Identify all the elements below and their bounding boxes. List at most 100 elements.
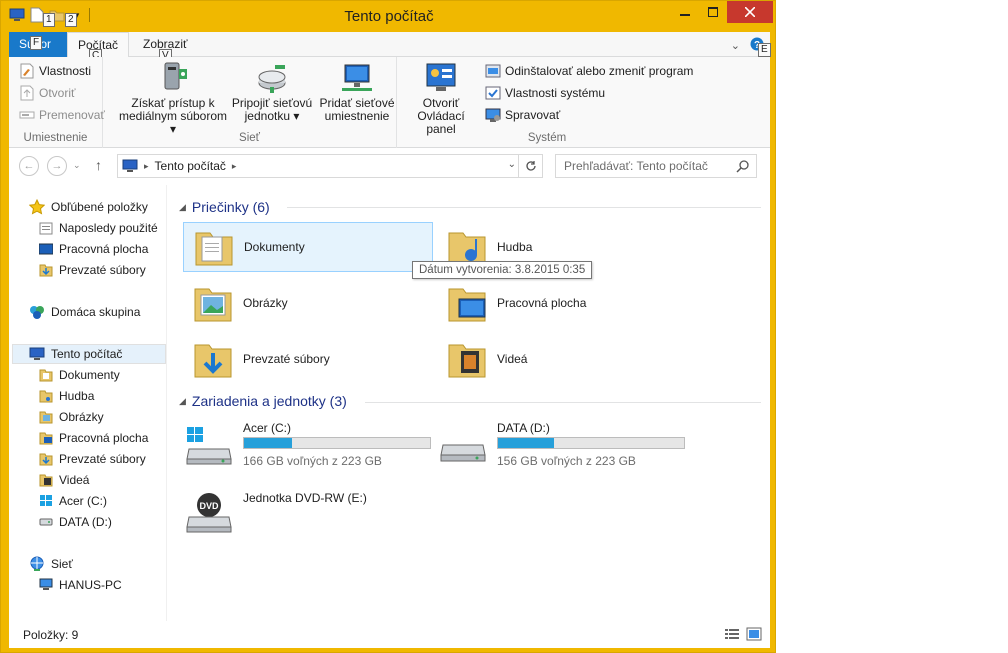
nav-downloads[interactable]: Prevzaté súbory [39,260,146,280]
nav-downloads-label: Prevzaté súbory [59,263,146,277]
hard-drive-icon [39,518,53,526]
nav-network[interactable]: Sieť [29,554,73,574]
nav-pc-desktop-label: Pracovná plocha [59,431,149,445]
expand-ribbon-icon[interactable]: ⌄ [731,39,740,52]
chevron-right-icon[interactable]: ▸ [144,161,149,172]
windows-drive-icon [40,495,52,506]
search-input[interactable]: Prehľadávať: Tento počítač [555,154,757,178]
window-controls [671,1,773,23]
folder-name: Dokumenty [244,240,305,254]
folder-tile[interactable]: Pracovná plocha [437,278,687,328]
nav-hanus-pc-label: HANUS-PC [59,578,122,592]
uninstall-button[interactable]: Odinštalovať alebo zmeniť program [485,61,693,81]
computer-icon [29,347,45,360]
maximize-button[interactable] [699,1,727,23]
desktop-icon [39,243,53,255]
manage-label: Spravovať [505,108,561,122]
folder-name: Hudba [497,240,533,254]
address-segment-label[interactable]: Tento počítač [155,159,226,173]
add-network-label-2: umiestnenie [324,109,390,123]
minimize-button[interactable] [671,1,699,23]
folder-tile[interactable]: Dokumenty [183,222,433,272]
address-segment: ▸ Tento počítač ▸ [118,159,236,173]
collapse-arrow-icon[interactable]: ◢ [179,396,186,407]
folder-tile[interactable]: Obrázky [183,278,433,328]
folder-name: Prevzaté súbory [243,352,330,366]
close-button[interactable] [727,1,773,23]
recent-locations-icon[interactable]: ⌄ [73,160,81,171]
keytip-qat-2: 2 [65,13,77,27]
nav-pc-c-label: Acer (C:) [59,494,107,508]
address-bar[interactable]: ▸ Tento počítač ▸ ⌄ [117,154,543,178]
downloads-folder-icon [39,453,53,466]
drive-tile-dvd[interactable]: DVD Jednotka DVD-RW (E:) [179,485,439,541]
devices-section-header[interactable]: ◢ Zariadenia a jednotky (3) [179,393,347,409]
nav-pc-music[interactable]: Hudba [39,386,94,406]
nav-desktop[interactable]: Pracovná plocha [39,239,148,259]
media-access-label-2-text: mediálnym súborom [118,109,228,123]
keytip-help: E [758,43,771,57]
music-folder-icon [39,390,53,403]
nav-thispc-label: Tento počítač [51,347,123,361]
search-icon[interactable] [736,159,750,173]
section-divider [287,207,761,208]
downloads-folder-icon [39,264,53,277]
map-drive-label-2: jednotku ▾ [244,109,300,123]
back-button[interactable]: ← [19,156,39,176]
map-network-drive-icon [258,65,286,93]
system-properties-button[interactable]: Vlastnosti systému [485,83,605,103]
nav-thispc[interactable]: Tento počítač [12,344,166,364]
media-access-button[interactable]: Získať prístup k mediálnym súborom ▾ [115,61,231,136]
ribbon: Vlastnosti Otvoriť Premenovať Umiestneni… [9,57,770,148]
section-divider [365,402,761,403]
nav-favorites[interactable]: Obľúbené položky [29,197,148,217]
folders-section-header[interactable]: ◢ Priečinky (6) [179,199,270,215]
nav-pc-d[interactable]: DATA (D:) [39,512,112,532]
open-button[interactable]: Otvoriť [19,83,76,103]
drive-tile-d[interactable]: DATA (D:) 156 GB voľných z 223 GB [433,417,693,473]
ribbon-group-network: Získať prístup k mediálnym súborom ▾ Pri… [103,57,397,148]
folder-tile[interactable]: Prevzaté súbory [183,334,433,384]
control-panel-button[interactable]: Otvoriť Ovládací panel [401,61,481,136]
title-bar[interactable]: ▾ Tento počítač [1,1,777,31]
drive-free-space: 166 GB voľných z 223 GB [243,454,382,468]
nav-pc-c[interactable]: Acer (C:) [39,491,107,511]
desktop-folder-icon [443,279,491,327]
nav-pc-pictures[interactable]: Obrázky [39,407,104,427]
manage-button[interactable]: Spravovať [485,105,560,125]
rename-button[interactable]: Premenovať [19,105,105,125]
system-properties-icon [485,86,501,100]
add-network-location-button[interactable]: Pridať sieťové umiestnenie [313,61,401,123]
nav-hanus-pc[interactable]: HANUS-PC [39,575,122,595]
drive-usage-fill [244,438,292,448]
collapse-arrow-icon[interactable]: ◢ [179,202,186,213]
chevron-right-icon[interactable]: ▸ [232,161,237,172]
nav-favorites-label: Obľúbené položky [51,200,148,214]
navigation-bar: ← → ⌄ ↑ ▸ Tento počítač ▸ ⌄ Prehľadávať:… [9,148,770,185]
properties-button[interactable]: Vlastnosti [19,61,91,81]
nav-pc-videos[interactable]: Videá [39,470,89,490]
nav-pc-documents[interactable]: Dokumenty [39,365,120,385]
details-view-icon[interactable] [724,627,740,644]
nav-network-label: Sieť [51,557,73,571]
forward-button[interactable]: → [47,156,67,176]
videos-folder-icon [443,335,491,383]
nav-pc-downloads[interactable]: Prevzaté súbory [39,449,146,469]
nav-pc-desktop[interactable]: Pracovná plocha [39,428,148,448]
view-switcher [724,627,762,644]
large-icons-view-icon[interactable] [746,627,762,644]
drive-tile-c[interactable]: Acer (C:) 166 GB voľných z 223 GB [179,417,439,473]
nav-recent[interactable]: Naposledy použité [39,218,158,238]
map-drive-button[interactable]: Pripojiť sieťovú jednotku ▾ [229,61,315,123]
up-button[interactable]: ↑ [95,157,102,173]
refresh-icon [525,161,536,171]
refresh-button[interactable] [518,155,542,177]
devices-header-label: Zariadenia a jednotky (3) [191,393,347,409]
downloads-folder-icon [189,335,237,383]
nav-homegroup[interactable]: Domáca skupina [29,302,140,322]
search-placeholder: Prehľadávať: Tento počítač [564,159,708,173]
folder-tile[interactable]: Videá [437,334,687,384]
address-dropdown-icon[interactable]: ⌄ [508,159,516,170]
homegroup-icon [30,306,44,319]
drive-usage-fill [498,438,554,448]
